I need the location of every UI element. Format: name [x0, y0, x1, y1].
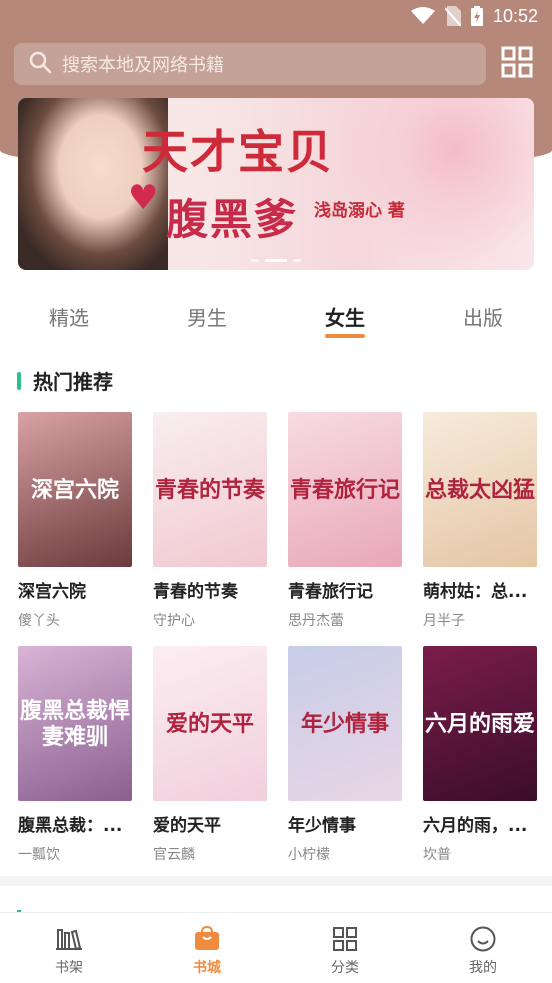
- status-bar: 10:52: [0, 0, 552, 32]
- search-input[interactable]: 搜索本地及网络书籍: [14, 43, 486, 85]
- nav-category[interactable]: 分类: [276, 913, 414, 983]
- book-cover: 六月的雨爱: [423, 646, 537, 801]
- book-card[interactable]: 青春的节奏 青春的节奏 守护心: [153, 412, 267, 630]
- no-sim-icon: [444, 6, 461, 26]
- heart-icon: ♥: [128, 178, 159, 218]
- book-row: 腹黑总裁悍妻难驯 腹黑总裁：... 一瓢饮 爱的天平 爱的天平 官云麟 年少情事…: [18, 646, 538, 864]
- tab-female[interactable]: 女生: [276, 296, 414, 340]
- search-row: 搜索本地及网络书籍: [14, 43, 538, 85]
- book-card[interactable]: 总裁太凶猛 萌村姑：总... 月半子: [423, 412, 537, 630]
- promo-banner[interactable]: 天才宝贝 ♥ 腹黑爹 浅岛溺心 著: [18, 98, 534, 270]
- book-cover: 青春旅行记: [288, 412, 402, 567]
- cover-title: 年少情事: [300, 710, 389, 737]
- tab-published[interactable]: 出版: [414, 296, 552, 340]
- book-cover: 腹黑总裁悍妻难驯: [18, 646, 132, 801]
- nav-profile[interactable]: 我的: [414, 913, 552, 983]
- nav-label: 书架: [55, 960, 83, 976]
- book-author: 思丹杰蕾: [288, 613, 344, 629]
- battery-charging-icon: [470, 6, 483, 26]
- banner-dot: [251, 259, 259, 262]
- book-cover: 青春的节奏: [153, 412, 267, 567]
- book-title: 萌村姑：总...: [423, 582, 528, 602]
- book-author: 小柠檬: [288, 847, 330, 863]
- book-card[interactable]: 深宫六院 深宫六院 傻丫头: [18, 412, 132, 630]
- banner-dot: [293, 259, 301, 262]
- status-time: 10:52: [492, 5, 538, 26]
- cover-title: 深宫六院: [30, 476, 119, 503]
- category-icon: [331, 925, 359, 953]
- cover-title: 爱的天平: [165, 710, 254, 737]
- book-cover: 总裁太凶猛: [423, 412, 537, 567]
- section-title: 热门推荐: [33, 370, 113, 394]
- book-author: 一瓢饮: [18, 847, 60, 863]
- book-row: 深宫六院 深宫六院 傻丫头 青春的节奏 青春的节奏 守护心 青春旅行记 青春旅行…: [18, 412, 538, 630]
- tab-featured[interactable]: 精选: [0, 296, 138, 340]
- book-title: 深宫六院: [18, 582, 86, 602]
- book-card[interactable]: 青春旅行记 青春旅行记 思丹杰蕾: [288, 412, 402, 630]
- book-author: 守护心: [153, 613, 195, 629]
- nav-bookshelf[interactable]: 书架: [0, 913, 138, 983]
- cover-title: 青春旅行记: [289, 476, 400, 503]
- cover-title: 青春的节奏: [154, 476, 265, 503]
- book-title: 腹黑总裁：...: [18, 816, 123, 836]
- tab-male[interactable]: 男生: [138, 296, 276, 340]
- bookshelf-icon: [55, 925, 83, 953]
- section-accent-bar: [17, 371, 21, 390]
- wifi-icon: [410, 7, 435, 25]
- nav-label: 书城: [193, 960, 221, 976]
- book-cover: 年少情事: [288, 646, 402, 801]
- cover-title: 总裁太凶猛: [424, 476, 535, 503]
- banner-pagination: [18, 259, 534, 262]
- bookstore-icon: [193, 925, 221, 953]
- grid-menu-button[interactable]: [500, 46, 534, 82]
- book-title: 青春的节奏: [153, 582, 238, 602]
- book-card[interactable]: 六月的雨爱 六月的雨，... 坎普: [423, 646, 537, 864]
- book-author: 官云麟: [153, 847, 195, 863]
- book-cover: 深宫六院: [18, 412, 132, 567]
- banner-dot-active: [265, 259, 287, 262]
- book-title: 六月的雨，...: [423, 816, 528, 836]
- book-author: 坎普: [423, 847, 451, 863]
- cover-title: 六月的雨爱: [424, 710, 535, 737]
- nav-bookstore[interactable]: 书城: [138, 913, 276, 983]
- cover-title: 腹黑总裁悍妻难驯: [19, 697, 130, 750]
- book-card[interactable]: 爱的天平 爱的天平 官云麟: [153, 646, 267, 864]
- book-cover: 爱的天平: [153, 646, 267, 801]
- book-card[interactable]: 年少情事 年少情事 小柠檬: [288, 646, 402, 864]
- search-placeholder: 搜索本地及网络书籍: [62, 55, 224, 76]
- banner-title-line1: 天才宝贝: [142, 125, 334, 179]
- category-tabs: 精选 男生 女生 出版: [0, 296, 552, 340]
- banner-author: 浅岛溺心 著: [314, 201, 405, 221]
- section-header: 热门推荐: [17, 366, 113, 395]
- section-divider: [0, 876, 552, 886]
- book-title: 爱的天平: [153, 816, 221, 836]
- profile-icon: [469, 925, 497, 953]
- nav-label: 分类: [331, 960, 359, 976]
- grid-icon: [501, 46, 533, 82]
- book-title: 年少情事: [288, 816, 356, 836]
- bottom-nav: 书架 书城 分类 我的: [0, 912, 552, 983]
- book-grid: 深宫六院 深宫六院 傻丫头 青春的节奏 青春的节奏 守护心 青春旅行记 青春旅行…: [18, 412, 538, 880]
- banner-blossom-image: [334, 98, 534, 270]
- book-author: 月半子: [423, 613, 465, 629]
- nav-label: 我的: [469, 960, 497, 976]
- book-author: 傻丫头: [18, 613, 60, 629]
- book-card[interactable]: 腹黑总裁悍妻难驯 腹黑总裁：... 一瓢饮: [18, 646, 132, 864]
- book-title: 青春旅行记: [288, 582, 373, 602]
- search-icon: [28, 50, 52, 78]
- banner-title-line2: 腹黑爹: [166, 195, 299, 244]
